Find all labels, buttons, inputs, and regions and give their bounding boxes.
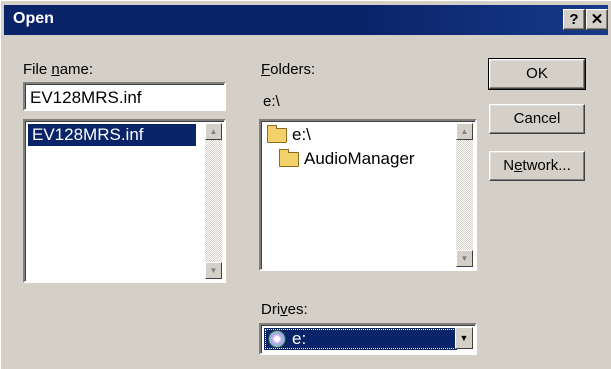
file-name-label: File name: (23, 61, 94, 78)
open-dialog: Open ? ✕ File name: EV128MRS.inf EV128MR… (0, 0, 611, 369)
folder-item-label: e:\ (292, 125, 311, 144)
folder-tree-scrollbar[interactable]: ▲ ▼ (456, 123, 473, 267)
network-button[interactable]: Network... (489, 151, 585, 181)
folder-item-root[interactable]: e:\ (267, 124, 311, 145)
drives-label: Drives: (261, 301, 308, 318)
cancel-button[interactable]: Cancel (489, 104, 585, 134)
help-button[interactable]: ? (563, 9, 585, 30)
folder-icon (279, 148, 299, 167)
folder-item-audiomanager[interactable]: AudioManager (279, 148, 415, 169)
folder-item-label: AudioManager (304, 149, 415, 168)
file-list-scrollbar[interactable]: ▲ ▼ (205, 123, 222, 279)
open-folder-icon (267, 124, 287, 143)
folders-label: Folders: (261, 61, 316, 78)
file-list[interactable]: EV128MRS.inf ▲ ▼ (23, 119, 226, 283)
chevron-down-icon[interactable]: ▼ (455, 327, 473, 349)
cd-drive-icon (268, 330, 286, 348)
drives-selected: e: (264, 328, 457, 350)
scroll-down-arrow-icon[interactable]: ▼ (205, 262, 222, 279)
ok-button[interactable]: OK (488, 58, 586, 90)
close-button[interactable]: ✕ (586, 9, 608, 30)
current-path: e:\ (263, 93, 280, 110)
drives-combobox[interactable]: e: ▼ (259, 323, 477, 355)
file-name-value: EV128MRS.inf (30, 88, 142, 107)
file-name-input[interactable]: EV128MRS.inf (23, 82, 226, 111)
scroll-up-arrow-icon[interactable]: ▲ (205, 123, 222, 140)
title-bar[interactable]: Open ? ✕ (4, 5, 608, 35)
scroll-up-arrow-icon[interactable]: ▲ (456, 123, 473, 140)
dialog-title: Open (13, 10, 54, 27)
scroll-down-arrow-icon[interactable]: ▼ (456, 250, 473, 267)
file-list-item[interactable]: EV128MRS.inf (28, 124, 196, 146)
folder-tree[interactable]: e:\ AudioManager ▲ ▼ (259, 119, 477, 271)
drive-letter: e: (292, 329, 307, 348)
